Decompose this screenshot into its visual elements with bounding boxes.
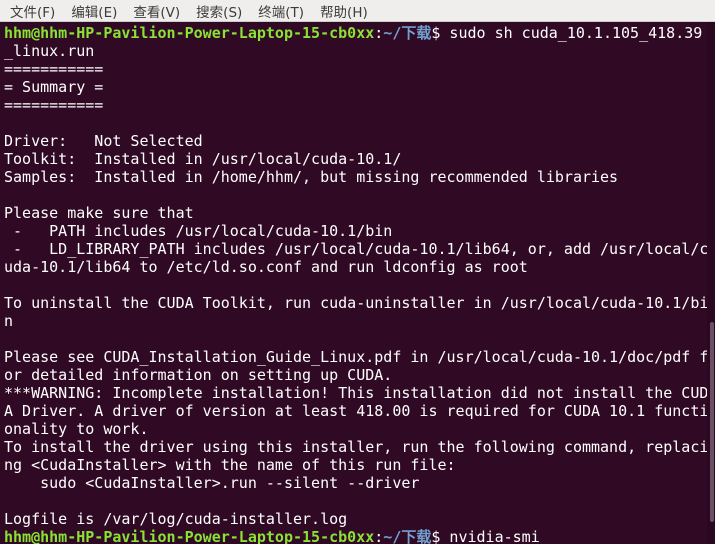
output-line: =========== — [4, 96, 104, 114]
prompt-separator: : — [374, 528, 384, 544]
output-line: =========== — [4, 60, 104, 78]
output-line: Toolkit: Installed in /usr/local/cuda-10… — [4, 150, 402, 168]
menu-terminal[interactable]: 终端(T) — [258, 1, 304, 21]
output-line: uda-10.1/lib64 to /etc/ld.so.conf and ru… — [4, 258, 528, 276]
prompt-user-host: hhm@hhm-HP-Pavilion-Power-Laptop-15-cb0x… — [4, 24, 375, 42]
output-line: Samples: Installed in /home/hhm/, but mi… — [4, 168, 619, 186]
terminal-window: 文件(F) 编辑(E) 查看(V) 搜索(S) 终端(T) 帮助(H) hhm@… — [0, 0, 715, 544]
menu-bar: 文件(F) 编辑(E) 查看(V) 搜索(S) 终端(T) 帮助(H) — [0, 0, 715, 22]
output-line: ***WARNING: Incomplete installation! Thi… — [4, 384, 707, 402]
output-line: n — [4, 312, 14, 330]
output-line: onality to work. — [4, 420, 149, 438]
menu-help[interactable]: 帮助(H) — [320, 1, 368, 21]
output-line: or detailed information on setting up CU… — [4, 366, 393, 384]
output-line: Driver: Not Selected — [4, 132, 203, 150]
prompt-user-host: hhm@hhm-HP-Pavilion-Power-Laptop-15-cb0x… — [4, 528, 375, 544]
prompt-path: ~/下载 — [383, 528, 432, 544]
menu-edit[interactable]: 编辑(E) — [71, 1, 117, 21]
output-line: To install the driver using this install… — [4, 438, 707, 456]
prompt-path: ~/下载 — [383, 24, 432, 42]
output-line: A Driver. A driver of version at least 4… — [4, 402, 707, 420]
menu-file[interactable]: 文件(F) — [10, 1, 55, 21]
menu-view[interactable]: 查看(V) — [133, 1, 180, 21]
prompt-separator: : — [374, 24, 384, 42]
output-line: To uninstall the CUDA Toolkit, run cuda-… — [4, 294, 707, 312]
output-line: _linux.run — [4, 42, 95, 60]
terminal-output[interactable]: hhm@hhm-HP-Pavilion-Power-Laptop-15-cb0x… — [0, 22, 707, 544]
command-text: sudo sh cuda_10.1.105_418.39 — [440, 24, 703, 42]
prompt-line: hhm@hhm-HP-Pavilion-Power-Laptop-15-cb0x… — [4, 528, 707, 544]
scrollbar-thumb[interactable] — [710, 322, 714, 522]
output-line: sudo <CudaInstaller>.run --silent --driv… — [4, 474, 420, 492]
output-line: Please make sure that — [4, 204, 194, 222]
output-line: ng <CudaInstaller> with the name of this… — [4, 456, 456, 474]
output-line: - LD_LIBRARY_PATH includes /usr/local/cu… — [4, 240, 707, 258]
menu-search[interactable]: 搜索(S) — [196, 1, 242, 21]
output-line: Logfile is /var/log/cuda-installer.log — [4, 510, 348, 528]
output-line: Please see CUDA_Installation_Guide_Linux… — [4, 348, 707, 366]
command-text: nvidia-smi — [440, 528, 540, 544]
scrollbar[interactable] — [707, 22, 715, 544]
prompt-line: hhm@hhm-HP-Pavilion-Power-Laptop-15-cb0x… — [4, 24, 707, 42]
output-line: - PATH includes /usr/local/cuda-10.1/bin — [4, 222, 393, 240]
output-line: = Summary = — [4, 78, 104, 96]
